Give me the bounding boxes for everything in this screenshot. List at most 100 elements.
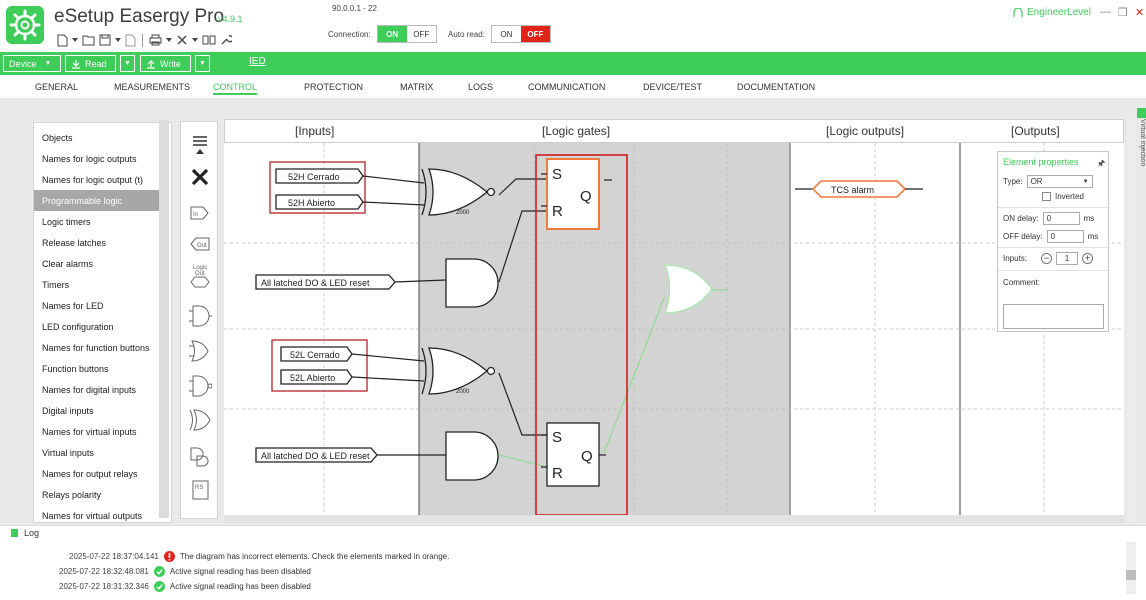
and-gate-icon[interactable]: [187, 302, 213, 330]
input-all-latched-reset-2[interactable]: All latched DO & LED reset: [255, 447, 378, 463]
pin-icon[interactable]: 🖈: [1097, 156, 1105, 172]
or-gate-selected[interactable]: [664, 264, 713, 314]
nor-gate-1[interactable]: 2000: [421, 168, 496, 216]
connection-toggle[interactable]: ON OFF: [376, 25, 437, 43]
counter-gate-icon[interactable]: [187, 441, 213, 469]
sidebar-item-virtual-inputs[interactable]: Virtual inputs: [34, 442, 160, 463]
logic-out-element-icon[interactable]: Logic Out: [187, 262, 213, 290]
sidebar-item-names-for-logic-output-t-[interactable]: Names for logic output (t): [34, 169, 160, 190]
sidebar-item-timers[interactable]: Timers: [34, 274, 160, 295]
settings-wrench-icon[interactable]: [218, 32, 234, 48]
sidebar-item-names-for-digital-inputs[interactable]: Names for digital inputs: [34, 379, 160, 400]
dropdown-caret-icon[interactable]: [164, 32, 174, 48]
sidebar-item-names-for-function-buttons[interactable]: Names for function buttons: [34, 337, 160, 358]
sidebar-item-clear-alarms[interactable]: Clear alarms: [34, 253, 160, 274]
sr-flipflop-2[interactable]: S R Q: [541, 422, 606, 487]
sidebar-item-digital-inputs[interactable]: Digital inputs: [34, 400, 160, 421]
tab-matrix[interactable]: MATRIX: [400, 82, 433, 92]
tab-documentation[interactable]: DOCUMENTATION: [737, 82, 815, 92]
or-gate-icon[interactable]: [187, 337, 213, 365]
tab-measurements[interactable]: MEASUREMENTS: [114, 82, 190, 92]
dropdown-caret-icon[interactable]: [70, 32, 80, 48]
nand-gate-icon[interactable]: [187, 372, 213, 400]
input-52h-abierto[interactable]: 52H Abierto: [275, 194, 364, 210]
print-icon[interactable]: [147, 32, 164, 48]
sidebar-item-function-buttons[interactable]: Function buttons: [34, 358, 160, 379]
output-element-icon[interactable]: Out: [187, 233, 213, 255]
restore-icon[interactable]: ❐: [1118, 6, 1128, 19]
device-menu-button[interactable]: Device ▼: [3, 55, 61, 72]
logic-diagram-canvas[interactable]: 52H Cerrado 52H Abierto All latched DO &…: [224, 143, 1124, 515]
input-all-latched-reset-1[interactable]: All latched DO & LED reset: [255, 274, 396, 290]
inverted-checkbox[interactable]: [1042, 192, 1051, 201]
xor-gate-icon[interactable]: [187, 406, 213, 434]
new-file-icon[interactable]: [55, 32, 70, 48]
sidebar-item-names-for-led[interactable]: Names for LED: [34, 295, 160, 316]
sidebar-item-release-latches[interactable]: Release latches: [34, 232, 160, 253]
auto-read-off-button[interactable]: OFF: [520, 26, 550, 42]
input-element-icon[interactable]: In: [187, 202, 213, 224]
svg-text:52L Abierto: 52L Abierto: [290, 373, 335, 383]
sidebar-item-relays-polarity[interactable]: Relays polarity: [34, 484, 160, 505]
tools-icon[interactable]: [174, 32, 190, 48]
auto-read-toggle[interactable]: ON OFF: [490, 25, 551, 43]
write-button[interactable]: Write: [140, 55, 191, 72]
preview-icon[interactable]: [123, 32, 138, 48]
tab-protection[interactable]: PROTECTION: [304, 82, 363, 92]
off-delay-input[interactable]: 0: [1046, 230, 1084, 243]
read-button[interactable]: Read: [65, 55, 116, 72]
write-options-caret[interactable]: ▼: [195, 55, 210, 72]
virtual-injection-side-tab[interactable]: Virtual injection: [1136, 119, 1146, 229]
auto-read-on-button[interactable]: ON: [491, 26, 521, 42]
sidebar-scrollbar[interactable]: [159, 120, 169, 518]
log-scrollbar[interactable]: [1126, 542, 1136, 594]
canvas-horizontal-scrollbar[interactable]: [224, 515, 1124, 524]
sidebar-item-logic-timers[interactable]: Logic timers: [34, 211, 160, 232]
type-select[interactable]: OR ▼: [1026, 175, 1093, 188]
minimize-icon[interactable]: —: [1100, 6, 1111, 19]
input-52h-cerrado[interactable]: 52H Cerrado: [275, 168, 364, 184]
sr-flipflop-1[interactable]: S R Q: [541, 158, 600, 230]
minus-icon[interactable]: −: [1041, 253, 1053, 264]
user-level-indicator[interactable]: EngineerLevel: [1013, 7, 1091, 18]
ied-link[interactable]: IED: [249, 56, 266, 67]
tab-communication[interactable]: COMMUNICATION: [528, 82, 605, 92]
and-gate-1[interactable]: [445, 258, 499, 308]
delete-element-icon[interactable]: [187, 166, 213, 188]
save-icon[interactable]: [97, 32, 113, 48]
input-52l-abierto[interactable]: 52L Abierto: [280, 369, 353, 385]
sidebar-item-led-configuration[interactable]: LED configuration: [34, 316, 160, 337]
sidebar-item-names-for-output-relays[interactable]: Names for output relays: [34, 463, 160, 484]
plus-icon[interactable]: +: [1082, 253, 1094, 264]
connection-on-button[interactable]: ON: [377, 26, 407, 42]
log-panel-header[interactable]: Log: [0, 525, 1146, 540]
connection-off-button[interactable]: OFF: [406, 26, 436, 42]
nor-gate-2[interactable]: 2000: [421, 347, 496, 395]
dropdown-caret-icon[interactable]: [113, 32, 123, 48]
read-label: Read: [85, 58, 107, 69]
sidebar-item-names-for-logic-outputs[interactable]: Names for logic outputs: [34, 148, 160, 169]
dropdown-caret-icon[interactable]: [190, 32, 200, 48]
comment-textarea[interactable]: [1003, 304, 1104, 329]
sidebar-item-names-for-virtual-inputs[interactable]: Names for virtual inputs: [34, 421, 160, 442]
on-delay-input[interactable]: 0: [1042, 212, 1080, 225]
sidebar-item-objects[interactable]: Objects: [34, 127, 160, 148]
tab-logs[interactable]: LOGS: [468, 82, 493, 92]
sidebar-item-programmable-logic[interactable]: Programmable logic: [34, 190, 160, 211]
log-scrollbar-thumb[interactable]: [1126, 570, 1136, 580]
and-gate-2[interactable]: [445, 431, 499, 481]
canvas-vertical-scrollbar[interactable]: [1127, 119, 1136, 524]
rs-flipflop-icon[interactable]: RS: [187, 474, 213, 502]
input-52l-cerrado[interactable]: 52L Cerrado: [280, 346, 353, 362]
read-options-caret[interactable]: ▼: [120, 55, 135, 72]
tab-general[interactable]: GENERAL: [35, 82, 78, 92]
tab-control[interactable]: CONTROL: [213, 82, 258, 95]
close-icon[interactable]: ✕: [1135, 6, 1144, 19]
logic-output-tcs-alarm[interactable]: TCS alarm: [795, 180, 923, 198]
compare-icon[interactable]: [200, 32, 218, 48]
sidebar-item-names-for-virtual-outputs[interactable]: Names for virtual outputs: [34, 505, 160, 522]
open-folder-icon[interactable]: [80, 32, 97, 48]
palette-scroll-up-icon[interactable]: [187, 144, 213, 158]
tab-device-test[interactable]: DEVICE/TEST: [643, 82, 702, 92]
inputs-count-input[interactable]: 1: [1056, 252, 1079, 265]
